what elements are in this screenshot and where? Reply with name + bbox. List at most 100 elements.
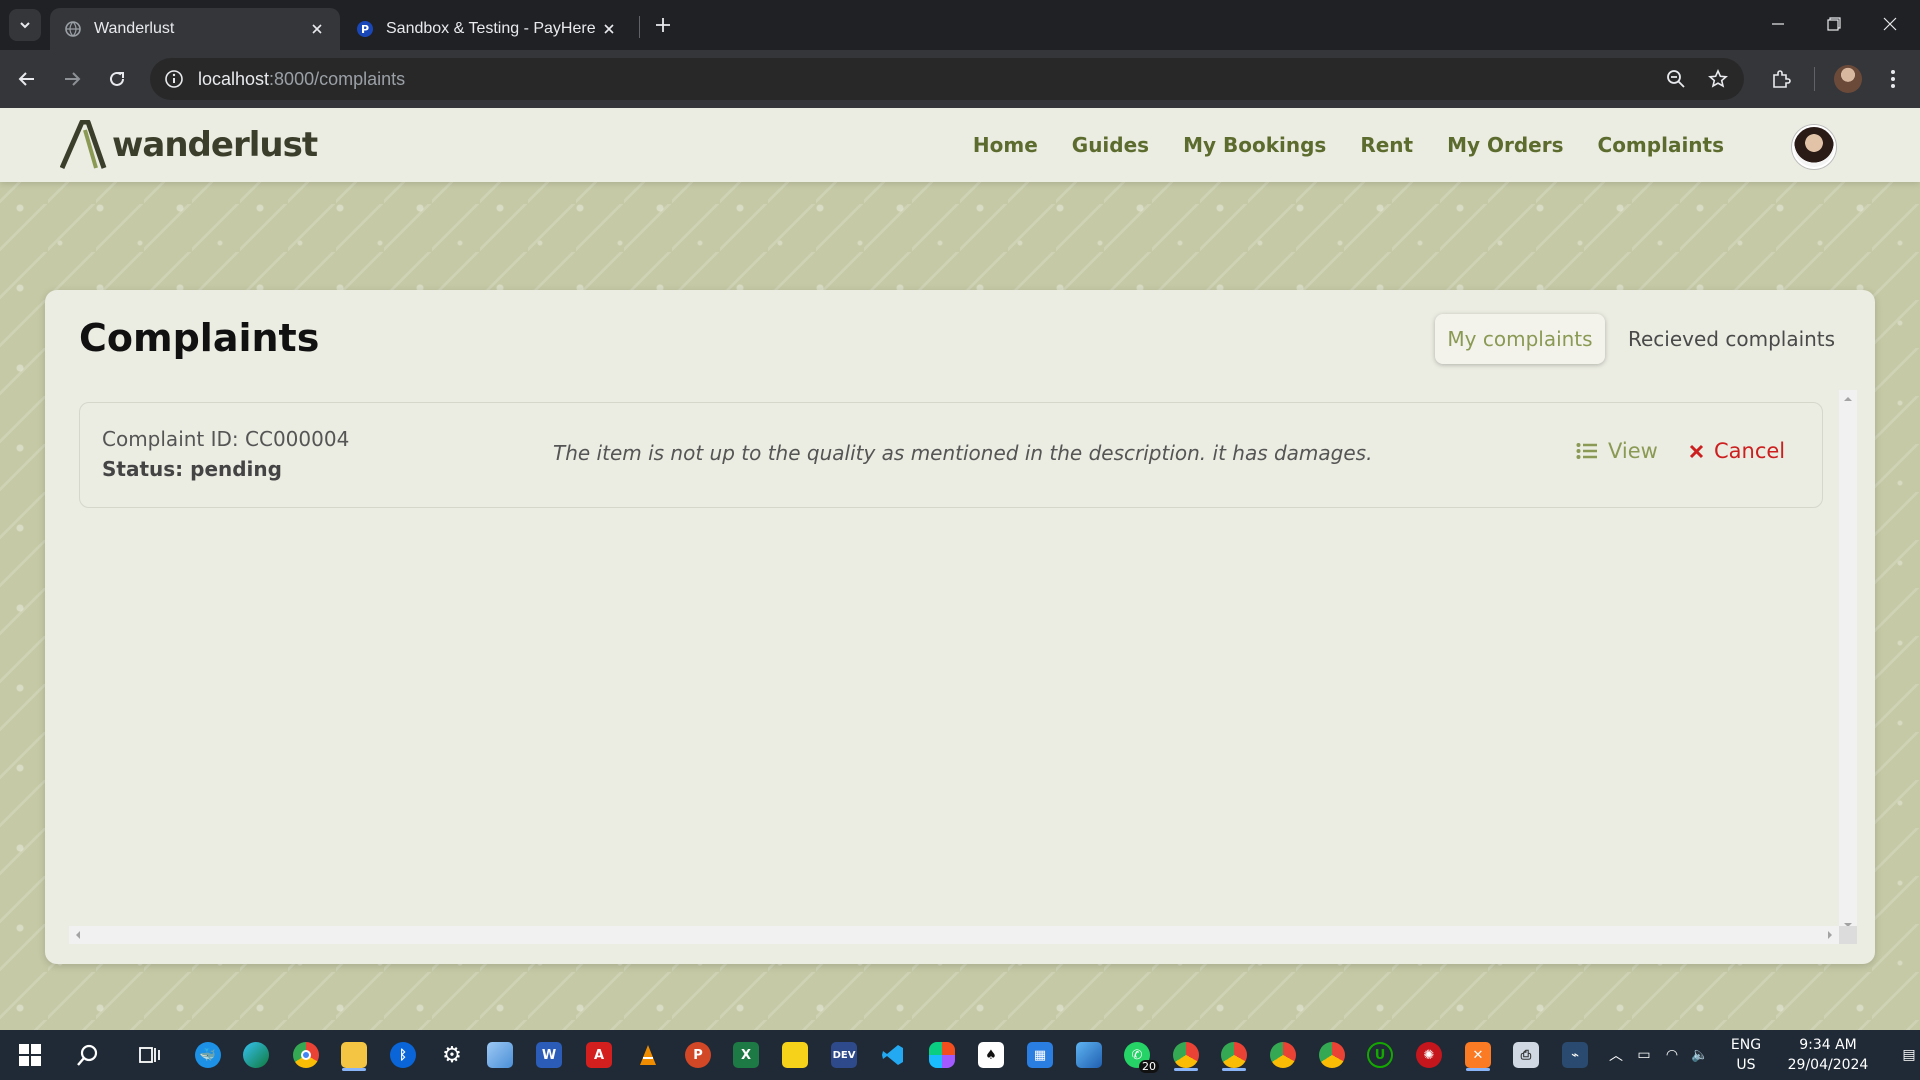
plus-icon [656,18,670,32]
horizontal-scrollbar[interactable] [69,926,1839,944]
scrollbar-corner [1839,926,1857,944]
reload-button[interactable] [101,63,133,95]
printer-app[interactable]: ⎙ [1510,1039,1542,1071]
language-code: ENG [1730,1037,1762,1053]
antivirus-app[interactable]: ✺ [1413,1039,1445,1071]
extensions-button[interactable] [1765,63,1797,95]
network-tool-app[interactable]: ⌁ [1559,1039,1591,1071]
sticky-notes-app[interactable] [779,1039,811,1071]
scroll-left-arrow-icon[interactable] [73,930,83,940]
chrome-profile-1-app[interactable] [1170,1039,1202,1071]
restore-button[interactable] [1814,8,1854,40]
vertical-scrollbar[interactable] [1839,390,1857,934]
tab-received-complaints[interactable]: Recieved complaints [1617,314,1846,364]
windows-logo-icon [19,1044,41,1066]
cancel-complaint-button[interactable]: Cancel [1689,439,1785,463]
xampp-icon: ✕ [1465,1042,1491,1068]
running-indicator [1174,1068,1198,1071]
close-window-button[interactable] [1870,8,1910,40]
nav-link-rent[interactable]: Rent [1360,133,1413,157]
nav-link-my-bookings[interactable]: My Bookings [1183,133,1326,157]
solitaire-app[interactable]: ♠ [975,1039,1007,1071]
view-label: View [1608,439,1658,463]
payhere-icon: P [356,20,374,38]
volume-icon[interactable]: 🔈 [1686,1047,1714,1063]
whatsapp-app[interactable]: ✆ 20 [1121,1039,1159,1073]
browser-menu-button[interactable] [1877,63,1909,95]
edge-app[interactable] [240,1039,272,1071]
list-icon [1576,443,1597,459]
calendar-app[interactable]: ▦ [1024,1039,1056,1071]
word-app[interactable]: W [533,1039,565,1071]
nav-link-home[interactable]: Home [973,133,1038,157]
task-view-button[interactable] [134,1039,166,1071]
devc-app[interactable]: DEV [828,1039,860,1071]
file-explorer-app[interactable] [338,1039,370,1071]
back-button[interactable] [11,63,43,95]
nav-link-complaints[interactable]: Complaints [1598,133,1724,157]
address-bar[interactable]: localhost:8000/complaints [150,58,1744,100]
running-indicator [342,1068,366,1071]
browser-profile-avatar[interactable] [1834,65,1862,93]
search-icon [77,1044,98,1066]
nav-link-guides[interactable]: Guides [1072,133,1149,157]
powerpoint-app[interactable]: P [682,1039,714,1071]
x-icon [1689,444,1704,458]
language-indicator[interactable]: ENG US [1724,1035,1768,1075]
chrome-profile-2-app[interactable] [1218,1039,1250,1071]
taskbar-search-button[interactable] [72,1039,104,1071]
browser-tab-payhere[interactable]: P Sandbox & Testing - PayHere - [342,8,632,50]
chrome-profile-3-app[interactable] [1267,1039,1299,1071]
url-host: localhost [198,68,270,89]
upwork-app[interactable]: U [1364,1039,1396,1071]
new-tab-button[interactable] [650,12,676,38]
tab-title: Wanderlust [94,20,175,37]
pdf-icon: A [586,1042,612,1068]
chrome-profile-4-app[interactable] [1316,1039,1348,1071]
scroll-up-arrow-icon[interactable] [1843,394,1853,404]
minimize-button[interactable] [1758,8,1798,40]
battery-icon[interactable]: ▭ [1630,1047,1658,1063]
close-icon[interactable] [600,20,618,38]
logo-mountain-icon [60,120,107,169]
acrobat-app[interactable]: A [583,1039,615,1071]
clock[interactable]: 9:34 AM 29/04/2024 [1778,1035,1878,1075]
forward-button[interactable] [56,63,88,95]
bookmark-star-icon[interactable] [1706,67,1730,91]
tab-search-button[interactable] [9,9,41,41]
notes-app[interactable] [484,1039,516,1071]
notification-icon[interactable]: ▤ [1894,1047,1920,1063]
site-logo[interactable]: wanderlust [60,119,318,171]
site-info-icon[interactable] [164,69,184,89]
xampp-app[interactable]: ✕ [1462,1039,1494,1071]
notes-icon [487,1042,513,1068]
start-button[interactable] [14,1039,46,1071]
excel-app[interactable]: X [730,1039,762,1071]
scroll-right-arrow-icon[interactable] [1825,930,1835,940]
settings-app[interactable]: ⚙ [436,1039,468,1071]
photos-app[interactable] [1073,1039,1105,1071]
tab-my-complaints[interactable]: My complaints [1435,314,1605,364]
figma-app[interactable] [926,1039,958,1071]
vscode-app[interactable] [877,1039,909,1071]
upwork-icon: U [1367,1042,1393,1068]
user-avatar[interactable] [1792,125,1836,169]
arrow-right-icon [65,72,81,86]
vlc-app[interactable] [632,1039,664,1071]
nav-link-my-orders[interactable]: My Orders [1447,133,1563,157]
shield-icon: ✺ [1416,1042,1442,1068]
docker-app[interactable]: 🐳 [192,1039,224,1071]
zoom-icon[interactable] [1664,67,1688,91]
complaints-list[interactable]: Complaint ID: CC000004 Status: pending T… [69,390,1859,945]
folder-icon [341,1042,367,1068]
chrome-app[interactable] [290,1039,322,1071]
wifi-icon[interactable]: ◠ [1658,1047,1686,1063]
toolbar-separator [1814,67,1815,91]
view-complaint-button[interactable]: View [1576,439,1658,463]
region-code: US [1736,1057,1756,1073]
chevron-up-icon[interactable]: ︿ [1602,1045,1630,1065]
browser-tab-wanderlust[interactable]: Wanderlust [50,8,340,50]
close-icon[interactable] [308,20,326,38]
bluetooth-app[interactable]: ᛒ [387,1039,419,1071]
more-vertical-icon [1891,70,1895,88]
